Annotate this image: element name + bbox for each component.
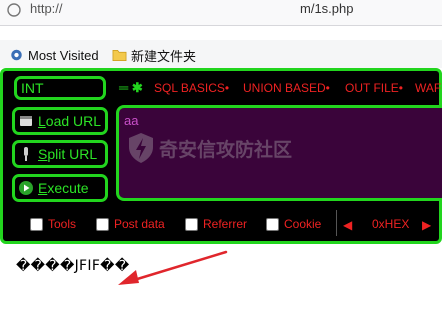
info-icon[interactable] <box>6 2 22 18</box>
menu-union-based[interactable]: UNION BASED• <box>243 81 330 97</box>
split-url-label: Split URL <box>38 146 98 162</box>
encoding-select[interactable]: INT <box>14 76 106 100</box>
post-data-checkbox[interactable]: Post data <box>96 217 165 231</box>
gear-icon <box>11 49 22 61</box>
bookmark-new-folder[interactable]: 新建文件夹 <box>112 47 197 64</box>
load-url-button[interactable]: Load URL <box>12 107 108 135</box>
watermark: 奇安信攻防社区 <box>127 132 292 164</box>
hackbar-panel: INT ═ ✱ SQL BASICS• UNION BASED• OUT FIL… <box>0 68 442 244</box>
divider <box>336 210 337 236</box>
play-icon <box>19 181 33 195</box>
cookie-checkbox[interactable]: Cookie <box>266 217 321 231</box>
checkbox-box[interactable] <box>30 217 43 231</box>
url-text-right: m/1s.php <box>300 1 354 16</box>
cookie-label: Cookie <box>284 217 322 231</box>
checkbox-box[interactable] <box>185 217 198 231</box>
arrow-right-icon[interactable]: ▶︎ <box>422 218 431 232</box>
page-output: ����JFIF�� <box>16 258 130 274</box>
post-data-label: Post data <box>114 217 165 231</box>
page-icon <box>20 116 32 126</box>
referrer-label: Referrer <box>203 217 248 231</box>
menu-out-file[interactable]: OUT FILE• <box>345 81 403 97</box>
split-url-button[interactable]: Split URL <box>12 140 108 168</box>
tools-label: Tools <box>48 217 77 231</box>
menu-waf[interactable]: WAF <box>415 81 441 97</box>
arrow-left-icon[interactable]: ◀︎ <box>343 218 352 232</box>
referrer-checkbox[interactable]: Referrer <box>185 217 247 231</box>
url-text-left: http:// <box>30 1 63 16</box>
checkbox-box[interactable] <box>96 217 109 231</box>
watermark-text: 奇安信攻防社区 <box>159 139 293 161</box>
bookmarks-toolbar: Most Visited 新建文件夹 <box>0 40 442 68</box>
options-bar: Tools Post data Referrer Cookie ◀︎ 0xHEX… <box>3 206 442 242</box>
url-bar[interactable]: http:// m/1s.php <box>0 0 442 26</box>
checkbox-box[interactable] <box>266 217 279 231</box>
menu-sql-basics[interactable]: SQL BASICS• <box>154 81 229 97</box>
shield-icon <box>129 133 153 163</box>
execute-label: Execute <box>38 180 89 196</box>
url-textarea-value: aa <box>124 113 139 128</box>
bookmark-label: Most Visited <box>28 47 99 63</box>
url-textarea[interactable]: aa 奇安信攻防社区 <box>116 105 442 201</box>
bookmark-most-visited[interactable]: Most Visited <box>9 47 99 63</box>
load-url-label: Load URL <box>38 113 102 129</box>
hex-button[interactable]: 0xHEX <box>372 217 409 231</box>
scissors-icon <box>24 147 28 161</box>
tools-checkbox[interactable]: Tools <box>30 217 76 231</box>
toolbar-icons[interactable]: ═ ✱ <box>119 80 143 96</box>
execute-button[interactable]: Execute <box>12 174 108 202</box>
folder-icon <box>112 49 127 61</box>
bookmark-label: 新建文件夹 <box>131 48 197 64</box>
